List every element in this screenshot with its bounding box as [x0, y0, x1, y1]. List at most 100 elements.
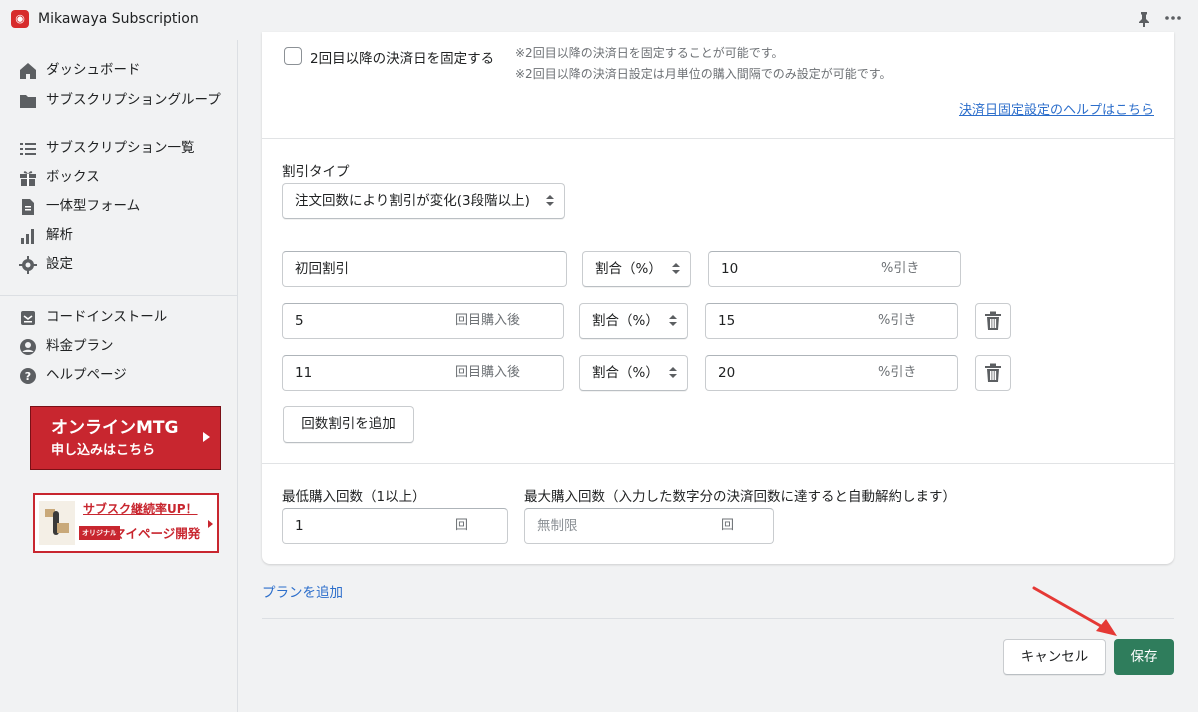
gear-icon — [18, 255, 38, 275]
count-suffix: 回目購入後 — [455, 313, 521, 328]
plan-settings-card: 2回目以降の決済日を固定する ※2回目以降の決済日を固定することが可能です。 ※… — [262, 32, 1174, 564]
sidebar-item-label: サブスクリプション一覧 — [46, 140, 195, 156]
home-icon — [18, 61, 38, 81]
select-caret-icon — [672, 263, 680, 275]
sidebar-item-label: 料金プラン — [46, 338, 114, 354]
select-caret-icon — [669, 367, 677, 379]
bar-chart-icon — [18, 226, 38, 246]
mypage-development-banner[interactable]: サブスク継続率UP！ オリジナル マイページ開発 — [33, 493, 219, 553]
sidebar-item-code-install[interactable]: コードインストール — [18, 308, 228, 328]
percent-off-suffix: %引き — [881, 261, 920, 276]
section-divider — [262, 138, 1174, 139]
discount-type-value: 注文回数により割引が変化(3段階以上) — [295, 193, 530, 209]
count-suffix: 回目購入後 — [455, 365, 521, 380]
min-purchase-label: 最低購入回数（1以上） — [282, 489, 426, 505]
min-purchase-field[interactable]: 1 回 — [282, 508, 508, 544]
payment-date-help-link[interactable]: 決済日固定設定のヘルプはこちら — [959, 99, 1154, 118]
sidebar-item-form[interactable]: 一体型フォーム — [18, 197, 228, 217]
delete-discount-button[interactable] — [975, 303, 1011, 339]
sidebar-item-label: コードインストール — [46, 309, 168, 325]
unit-select-value: 割合（%） — [595, 261, 662, 277]
max-purchase-field[interactable]: 無制限 回 — [524, 508, 774, 544]
sidebar-item-analytics[interactable]: 解析 — [18, 226, 228, 246]
sidebar-item-label: ボックス — [46, 169, 100, 185]
discount-value-field[interactable]: 20 %引き — [705, 355, 958, 391]
section-divider — [262, 463, 1174, 464]
select-caret-icon — [669, 315, 677, 327]
banner-title: オンラインMTG — [51, 418, 179, 438]
svg-text:?: ? — [25, 370, 31, 383]
annotation-arrow-icon — [1032, 586, 1117, 636]
app-title: Mikawaya Subscription — [38, 11, 199, 27]
sidebar-item-subscription-list[interactable]: サブスクリプション一覧 — [18, 139, 228, 159]
first-discount-value-field[interactable]: 10 %引き — [708, 251, 961, 287]
cancel-button[interactable]: キャンセル — [1003, 639, 1106, 675]
trash-icon — [985, 311, 1001, 330]
play-arrow-icon — [203, 432, 210, 442]
add-count-discount-button[interactable]: 回数割引を追加 — [283, 406, 414, 443]
count-unit-suffix: 回 — [721, 518, 735, 533]
first-discount-unit-select[interactable]: 割合（%） — [582, 251, 691, 287]
percent-off-suffix: %引き — [878, 365, 917, 380]
discount-type-select[interactable]: 注文回数により割引が変化(3段階以上) — [282, 183, 565, 219]
sidebar-item-settings[interactable]: 設定 — [18, 255, 228, 275]
sidebar-item-label: サブスクリプショングループ — [46, 92, 221, 108]
gift-icon — [18, 168, 38, 188]
trash-icon — [985, 363, 1001, 382]
save-button[interactable]: 保存 — [1114, 639, 1174, 675]
payment-date-note-2: ※2回目以降の決済日設定は月単位の購入間隔でのみ設定が可能です。 — [515, 67, 892, 81]
max-purchase-label: 最大購入回数（入力した数字分の決済回数に達すると自動解約します） — [524, 489, 956, 505]
sidebar-item-box[interactable]: ボックス — [18, 168, 228, 188]
online-mtg-banner[interactable]: オンラインMTG 申し込みはこちら — [30, 406, 221, 470]
more-options-icon[interactable] — [1163, 8, 1183, 28]
min-purchase-value: 1 — [295, 518, 304, 534]
banner-subtitle: マイページ開発 — [113, 526, 201, 541]
sidebar-item-label: 解析 — [46, 227, 73, 243]
sidebar-item-label: 設定 — [46, 256, 73, 272]
banner-subtitle: 申し込みはこちら — [51, 443, 156, 458]
add-plan-link[interactable]: プランを追加 — [262, 581, 343, 601]
banner-illustration — [39, 501, 75, 545]
discount-value: 15 — [718, 313, 736, 329]
app-logo-icon: ◉ — [11, 10, 29, 28]
discount-unit-select[interactable]: 割合（%） — [579, 355, 688, 391]
sidebar: ダッシュボード サブスクリプショングループ サブスクリプション一覧 ボックス 一… — [0, 40, 238, 712]
first-discount-label-field[interactable]: 初回割引 — [282, 251, 567, 287]
discount-count-value: 11 — [295, 365, 313, 381]
discount-unit-select[interactable]: 割合（%） — [579, 303, 688, 339]
discount-count-field[interactable]: 11 回目購入後 — [282, 355, 564, 391]
max-purchase-placeholder: 無制限 — [537, 518, 578, 534]
question-icon: ? — [18, 366, 38, 386]
document-icon — [18, 197, 38, 217]
fix-payment-date-label[interactable]: 2回目以降の決済日を固定する — [310, 47, 494, 67]
list-icon — [18, 139, 38, 159]
discount-count-field[interactable]: 5 回目購入後 — [282, 303, 564, 339]
sidebar-item-help[interactable]: ? ヘルプページ — [18, 366, 228, 386]
count-unit-suffix: 回 — [455, 518, 469, 533]
select-caret-icon — [546, 195, 554, 207]
folder-icon — [18, 91, 38, 111]
banner-title: サブスク継続率UP！ — [83, 502, 198, 516]
first-discount-value: 10 — [721, 261, 739, 277]
fix-payment-date-checkbox[interactable] — [284, 47, 302, 65]
sidebar-item-label: ダッシュボード — [46, 62, 141, 78]
discount-value-field[interactable]: 15 %引き — [705, 303, 958, 339]
sidebar-item-label: 一体型フォーム — [46, 198, 141, 214]
discount-value: 20 — [718, 365, 736, 381]
unit-select-value: 割合（%） — [592, 313, 659, 329]
pin-icon[interactable] — [1137, 11, 1151, 27]
sidebar-item-subscription-group[interactable]: サブスクリプショングループ — [18, 91, 228, 111]
sidebar-item-pricing[interactable]: 料金プラン — [18, 337, 228, 357]
user-circle-icon — [18, 337, 38, 357]
payment-date-note-1: ※2回目以降の決済日を固定することが可能です。 — [515, 46, 784, 60]
first-discount-label-value: 初回割引 — [295, 261, 349, 277]
discount-count-value: 5 — [295, 313, 304, 329]
delete-discount-button[interactable] — [975, 355, 1011, 391]
play-arrow-icon — [208, 520, 213, 528]
install-icon — [18, 308, 38, 328]
sidebar-item-dashboard[interactable]: ダッシュボード — [18, 61, 228, 81]
discount-type-label: 割引タイプ — [282, 164, 350, 180]
sidebar-divider — [0, 295, 237, 296]
sidebar-item-label: ヘルプページ — [46, 367, 127, 383]
unit-select-value: 割合（%） — [592, 365, 659, 381]
